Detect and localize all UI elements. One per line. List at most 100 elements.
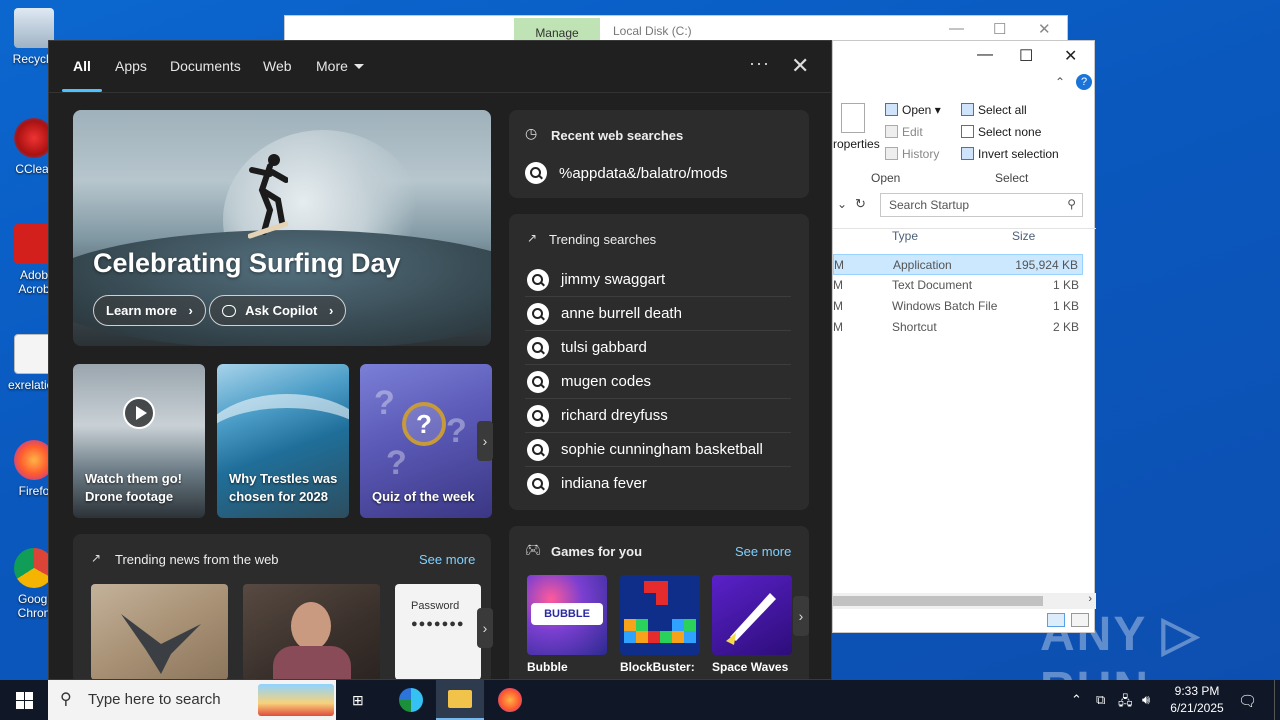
- cell-time: M: [833, 299, 843, 313]
- column-header-type[interactable]: Type: [892, 229, 918, 243]
- maximize-icon[interactable]: ☐: [1019, 46, 1033, 66]
- details-view-icon[interactable]: [1047, 613, 1065, 627]
- close-icon[interactable]: ✕: [791, 53, 809, 79]
- address-dropdown-icon[interactable]: ⌄: [837, 197, 847, 211]
- table-row[interactable]: M Application 195,924 KB: [833, 254, 1083, 275]
- trending-search-item[interactable]: indiana fever: [525, 467, 791, 501]
- games-title: Games for you: [551, 544, 643, 559]
- news-next-button[interactable]: ›: [477, 608, 493, 648]
- meet-now-icon[interactable]: ⧉: [1096, 692, 1105, 708]
- active-tab-indicator: [62, 89, 102, 92]
- clock[interactable]: 9:33 PM 6/21/2025: [1158, 683, 1236, 717]
- search-input[interactable]: Search Startup ⚲: [880, 193, 1083, 217]
- taskbar-search-input[interactable]: ⚲ Type here to search: [48, 680, 336, 720]
- taskbar-firefox[interactable]: [486, 680, 534, 720]
- cell-time: M: [834, 258, 844, 272]
- trending-search-item[interactable]: sophie cunningham basketball: [525, 433, 791, 467]
- explorer-window[interactable]: — ☐ ✕ ⌃ ? roperties Open ▾ Edit History …: [832, 40, 1096, 633]
- trending-search-text: sophie cunningham basketball: [561, 441, 763, 458]
- space-waves-rocket-image: [726, 593, 776, 645]
- tab-apps[interactable]: Apps: [115, 58, 147, 74]
- taskbar-edge[interactable]: [386, 680, 434, 720]
- open-icon: [885, 103, 898, 116]
- trending-news-title: Trending news from the web: [115, 552, 279, 567]
- properties-icon: [841, 103, 865, 133]
- history-clock-icon: ◷: [525, 125, 538, 141]
- recent-search-item[interactable]: %appdata&/balatro/mods: [525, 160, 793, 186]
- windows-logo-icon: [25, 692, 33, 700]
- maximize-icon[interactable]: ☐: [993, 20, 1006, 38]
- show-hidden-icons-icon[interactable]: ⌃: [1071, 692, 1082, 708]
- game-tile-blockbuster[interactable]: [620, 575, 700, 655]
- invert-selection-button[interactable]: Invert selection: [961, 147, 1059, 161]
- select-none-button[interactable]: Select none: [961, 125, 1041, 139]
- start-button[interactable]: [0, 680, 48, 720]
- table-row[interactable]: M Shortcut 2 KB: [833, 317, 1083, 338]
- carousel-next-button[interactable]: ›: [477, 421, 493, 461]
- close-icon[interactable]: ✕: [1038, 20, 1051, 38]
- game-tile-bubble-shooter[interactable]: BUBBLE: [527, 575, 607, 655]
- folder-icon: [448, 690, 472, 708]
- large-icons-view-icon[interactable]: [1071, 613, 1089, 627]
- card-quiz[interactable]: ? ? ? ? Quiz of the week: [360, 364, 492, 518]
- horizontal-scrollbar[interactable]: ›: [833, 593, 1096, 609]
- show-desktop-button[interactable]: [1274, 680, 1275, 720]
- game-name: Bubble: [527, 660, 568, 674]
- tab-all[interactable]: All: [73, 58, 91, 74]
- learn-more-button[interactable]: Learn more ›: [93, 295, 206, 326]
- scrollbar-thumb[interactable]: [833, 596, 1043, 606]
- tab-more-label: More: [316, 58, 348, 74]
- more-options-icon[interactable]: ···: [749, 53, 770, 74]
- search-icon: [527, 269, 549, 291]
- news-thumbnail-aircraft[interactable]: [91, 584, 228, 679]
- close-icon[interactable]: ✕: [1064, 46, 1077, 66]
- select-all-button[interactable]: Select all: [961, 103, 1027, 117]
- minimize-icon[interactable]: —: [977, 46, 993, 64]
- trending-search-item[interactable]: anne burrell death: [525, 297, 791, 331]
- taskbar: ⚲ Type here to search ⊞ ⌃ ⧉ 🖧︎ 🔊︎ 9:33 P…: [0, 680, 1280, 720]
- trending-search-item[interactable]: mugen codes: [525, 365, 791, 399]
- trending-search-text: indiana fever: [561, 475, 647, 492]
- notifications-icon[interactable]: 🗨︎: [1238, 692, 1257, 710]
- blockbuster-blocks-image: [624, 581, 696, 643]
- task-view-button[interactable]: ⊞: [336, 680, 384, 720]
- news-see-more-link[interactable]: See more: [419, 552, 475, 567]
- table-row[interactable]: M Text Document 1 KB: [833, 275, 1083, 296]
- game-tile-space-waves[interactable]: [712, 575, 792, 655]
- column-header-size[interactable]: Size: [1012, 229, 1035, 243]
- person-shirt-image: [273, 646, 351, 679]
- trending-search-item[interactable]: richard dreyfuss: [525, 399, 791, 433]
- help-icon[interactable]: ?: [1076, 74, 1092, 90]
- ask-copilot-button[interactable]: Ask Copilot ›: [209, 295, 347, 326]
- news-thumbnail-person[interactable]: [243, 584, 380, 679]
- search-tabs: All Apps Documents Web More ··· ✕: [49, 41, 831, 93]
- trending-search-item[interactable]: tulsi gabbard: [525, 331, 791, 365]
- network-icon[interactable]: 🖧︎: [1118, 692, 1133, 714]
- hero-card[interactable]: Celebrating Surfing Day Learn more › Ask…: [73, 110, 491, 346]
- history-button[interactable]: History: [885, 147, 939, 161]
- volume-icon[interactable]: 🔊︎: [1142, 692, 1150, 708]
- game-name: BlockBuster:: [620, 660, 695, 674]
- trending-search-item[interactable]: jimmy swaggart: [525, 263, 791, 297]
- taskbar-file-explorer[interactable]: [436, 680, 484, 720]
- tab-more[interactable]: More: [316, 58, 364, 74]
- card-drone-footage[interactable]: Watch them go! Drone footage: [73, 364, 205, 518]
- edit-button[interactable]: Edit: [885, 125, 923, 139]
- open-button[interactable]: Open ▾: [885, 103, 941, 117]
- tab-documents[interactable]: Documents: [170, 58, 241, 74]
- windows-logo-icon: [16, 692, 24, 700]
- search-icon: ⚲: [1067, 197, 1076, 211]
- games-see-more-link[interactable]: See more: [735, 544, 791, 559]
- minimize-icon[interactable]: —: [949, 20, 964, 37]
- cell-size: 1 KB: [1052, 278, 1079, 292]
- card-trestles[interactable]: Why Trestles was chosen for 2028: [217, 364, 349, 518]
- tab-web[interactable]: Web: [263, 58, 292, 74]
- games-next-button[interactable]: ›: [793, 596, 809, 636]
- collapse-ribbon-icon[interactable]: ⌃: [1055, 75, 1065, 89]
- search-icon: [527, 337, 549, 359]
- news-thumbnail-password[interactable]: Password ●●●●●●●: [395, 584, 481, 679]
- refresh-icon[interactable]: ↻: [855, 196, 866, 212]
- properties-button[interactable]: roperties: [833, 137, 880, 151]
- table-row[interactable]: M Windows Batch File 1 KB: [833, 296, 1083, 317]
- scroll-right-icon[interactable]: ›: [1088, 593, 1092, 605]
